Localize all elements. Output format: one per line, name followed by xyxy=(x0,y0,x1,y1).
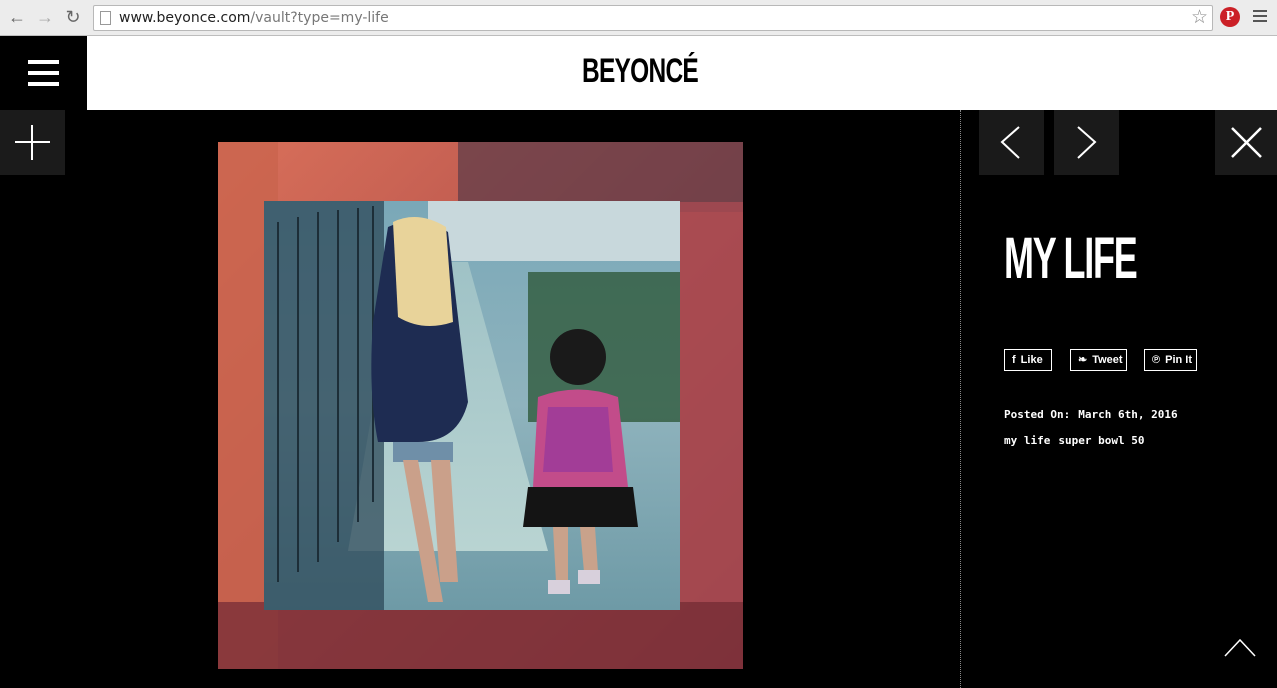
facebook-like-button[interactable]: f Like xyxy=(1004,349,1052,371)
chevron-right-icon[interactable] xyxy=(1054,110,1119,175)
post-tags: my life super bowl 50 xyxy=(1004,434,1144,447)
site-logo[interactable]: BEYONCÉ xyxy=(242,52,1038,91)
pinterest-extension-icon[interactable]: P xyxy=(1220,7,1240,27)
like-label: Like xyxy=(1020,354,1043,366)
tweet-button[interactable]: ❧ Tweet xyxy=(1070,349,1127,371)
hamburger-icon[interactable] xyxy=(0,36,87,110)
post-photo-image xyxy=(218,142,743,669)
pin-label: Pin It xyxy=(1165,354,1192,366)
tag-link[interactable]: super bowl 50 xyxy=(1058,434,1144,447)
post-photo xyxy=(218,142,743,669)
tag-link[interactable]: my life xyxy=(1004,434,1050,447)
forward-arrow-icon[interactable]: → xyxy=(34,6,56,28)
address-bar[interactable]: www.beyonce.com/vault?type=my-life ☆ xyxy=(93,5,1213,31)
posted-label: Posted On: xyxy=(1004,408,1071,421)
pinterest-icon: ℗ xyxy=(1152,354,1161,366)
posted-date: March 6th, 2016 xyxy=(1078,408,1178,421)
post-title: MY LIFE xyxy=(1004,226,1138,291)
tweet-label: Tweet xyxy=(1092,354,1123,366)
url-text[interactable]: www.beyonce.com/vault?type=my-life xyxy=(119,10,389,26)
browser-toolbar: ← → ↻ www.beyonce.com/vault?type=my-life… xyxy=(0,0,1277,36)
pin-it-button[interactable]: ℗ Pin It xyxy=(1144,349,1197,371)
twitter-icon: ❧ xyxy=(1078,354,1088,366)
reload-icon[interactable]: ↻ xyxy=(62,6,84,28)
sidebar-divider xyxy=(960,110,961,688)
facebook-icon: f xyxy=(1012,354,1016,366)
site-header: BEYONCÉ xyxy=(87,36,1277,110)
bookmark-star-icon[interactable]: ☆ xyxy=(1191,7,1208,29)
browser-menu-icon[interactable] xyxy=(1253,10,1267,25)
url-domain: www.beyonce.com xyxy=(119,10,251,26)
chevron-up-icon[interactable] xyxy=(1222,634,1258,662)
url-path: /vault?type=my-life xyxy=(250,10,389,26)
page-icon xyxy=(100,11,111,25)
back-arrow-icon[interactable]: ← xyxy=(6,6,28,28)
posted-on: Posted On: March 6th, 2016 xyxy=(1004,408,1178,421)
close-icon[interactable] xyxy=(1215,110,1277,175)
plus-icon[interactable] xyxy=(0,110,65,175)
chevron-left-icon[interactable] xyxy=(979,110,1044,175)
